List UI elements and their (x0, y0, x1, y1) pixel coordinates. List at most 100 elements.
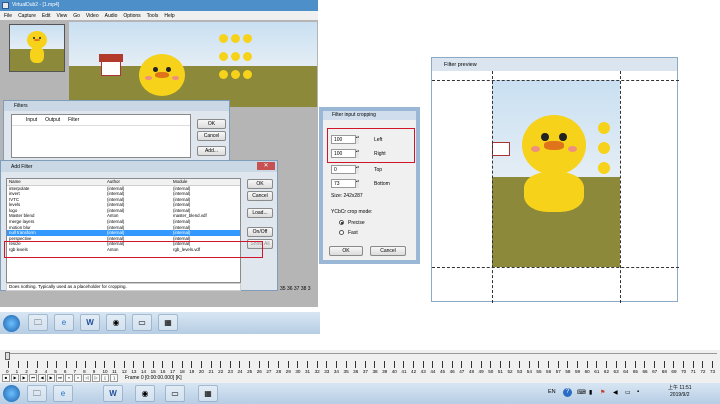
media-player-icon[interactable]: ▭ (165, 385, 185, 402)
fast-radio[interactable] (339, 230, 344, 235)
filters-list[interactable]: Input Output Filter (11, 114, 191, 158)
menu-tools[interactable]: Tools (147, 13, 159, 19)
timeline-tick (191, 361, 193, 368)
col-module[interactable]: Module (173, 179, 239, 185)
menu-capture[interactable]: Capture (18, 13, 36, 19)
timeline-tick (692, 361, 694, 368)
menu-video[interactable]: Video (86, 13, 99, 19)
timeline-tick (625, 361, 627, 368)
menu-view[interactable]: View (56, 13, 67, 19)
menu-audio[interactable]: Audio (105, 13, 118, 19)
menu-go[interactable]: Go (73, 13, 80, 19)
timeline-tick (374, 361, 376, 368)
crop-line-top (432, 80, 679, 81)
timeline-thumb[interactable] (5, 352, 10, 360)
crop-cancel-button[interactable]: Cancel (370, 246, 406, 256)
col-author[interactable]: Author (107, 179, 173, 185)
go-end-icon[interactable]: ⏭ (56, 374, 64, 382)
capture-tool-icon[interactable]: ▦ (158, 314, 178, 331)
addfilter-load-button[interactable]: Load... (247, 208, 273, 218)
start-orb-icon[interactable] (3, 315, 20, 332)
close-icon[interactable]: ✕ (257, 162, 275, 170)
flag-icon[interactable]: ⚑ (600, 389, 605, 396)
play-input-icon[interactable]: ▶ (11, 374, 19, 382)
crop-ok-button[interactable]: OK (329, 246, 363, 256)
media-player-icon[interactable]: ▭ (132, 314, 152, 331)
filter-list[interactable]: Name Author Module interpolate (internal)… (6, 178, 241, 283)
play-output-icon[interactable]: ▶ (20, 374, 28, 382)
timeline-tick (326, 361, 328, 368)
chrome-icon[interactable]: ◉ (135, 385, 155, 402)
mark-out-icon[interactable]: ] (110, 374, 118, 382)
timeline-tick (364, 361, 366, 368)
preview-title: Filter preview (432, 58, 677, 71)
next-key-icon[interactable]: » (74, 374, 82, 382)
capture-tool-icon[interactable]: ▦ (198, 385, 218, 402)
start-orb-icon[interactable] (3, 385, 20, 402)
timeline-tick (316, 361, 318, 368)
addfilter-cancel-button[interactable]: Cancel (247, 191, 273, 201)
bottom-input[interactable]: 73 (331, 179, 356, 188)
precise-radio[interactable] (339, 220, 344, 225)
word-icon[interactable]: W (80, 314, 100, 331)
menu-file[interactable]: File (4, 13, 12, 19)
scene-back-icon[interactable]: ◁ (83, 374, 91, 382)
col-name[interactable]: Name (9, 179, 107, 185)
timeline-tick (181, 361, 183, 368)
bottom-label: Bottom (374, 181, 390, 187)
timeline-tick (615, 361, 617, 368)
timeline-tick (644, 361, 646, 368)
top-input[interactable]: 0 (331, 165, 356, 174)
help-icon[interactable]: ? (563, 388, 572, 397)
file-explorer-icon[interactable]: 🗀 (27, 385, 47, 402)
timeline-track[interactable] (5, 353, 717, 360)
timeline-tick (65, 361, 67, 368)
go-start-icon[interactable]: ⏮ (29, 374, 37, 382)
highlight-box (4, 241, 263, 258)
output-video-pane (69, 22, 317, 107)
timeline-tick (297, 361, 299, 368)
network-icon[interactable]: ▮ (589, 389, 592, 396)
menu-edit[interactable]: Edit (42, 13, 51, 19)
filters-add-button[interactable]: Add... (197, 146, 226, 156)
timeline-tick (152, 361, 154, 368)
menu-options[interactable]: Options (123, 13, 140, 19)
addfilter-onoff-button[interactable]: On/Off (247, 227, 273, 237)
tray-icon[interactable]: ▪ (637, 389, 639, 395)
internet-explorer-icon[interactable]: e (53, 385, 73, 402)
filters-cancel-button[interactable]: Cancel (197, 131, 226, 141)
frame-indicator: Frame 0 [0:00:00.000] [K] (125, 375, 182, 381)
precise-label: Precise (348, 220, 365, 226)
mark-in-icon[interactable]: [ (101, 374, 109, 382)
stop-icon[interactable]: ■ (2, 374, 10, 382)
internet-explorer-icon[interactable]: e (54, 314, 74, 331)
bottom-spinner[interactable]: ▴▾ (355, 179, 359, 188)
language-indicator[interactable]: EN (548, 389, 556, 395)
timeline-tick (17, 361, 19, 368)
scene-fwd-icon[interactable]: ▷ (92, 374, 100, 382)
filters-ok-button[interactable]: OK (197, 119, 226, 129)
col-filter: Filter (68, 117, 80, 123)
timeline-tick (104, 361, 106, 368)
timeline-tick (384, 361, 386, 368)
timeline-tick (480, 361, 482, 368)
clock[interactable]: 上午 11:51 2019/9/2 (668, 385, 692, 399)
timeline-tick (210, 361, 212, 368)
menu-help[interactable]: Help (164, 13, 174, 19)
timeline-tick (461, 361, 463, 368)
chrome-icon[interactable]: ◉ (106, 314, 126, 331)
top-spinner[interactable]: ▴▾ (355, 165, 359, 174)
filter-preview-window: Filter preview (431, 57, 679, 303)
word-icon[interactable]: W (103, 385, 123, 402)
file-explorer-icon[interactable]: 🗀 (28, 314, 48, 331)
add-filter-title: Add Filter (1, 161, 277, 172)
addfilter-ok-button[interactable]: OK (247, 179, 273, 189)
prev-frame-icon[interactable]: ◀ (38, 374, 46, 382)
keyboard-icon[interactable]: ⌨ (577, 389, 586, 396)
volume-icon[interactable]: ◀ (613, 389, 618, 396)
timeline-tick (229, 361, 231, 368)
prev-key-icon[interactable]: « (65, 374, 73, 382)
timeline-tick (538, 361, 540, 368)
next-frame-icon[interactable]: ▶ (47, 374, 55, 382)
display-icon[interactable]: ▭ (625, 389, 631, 396)
